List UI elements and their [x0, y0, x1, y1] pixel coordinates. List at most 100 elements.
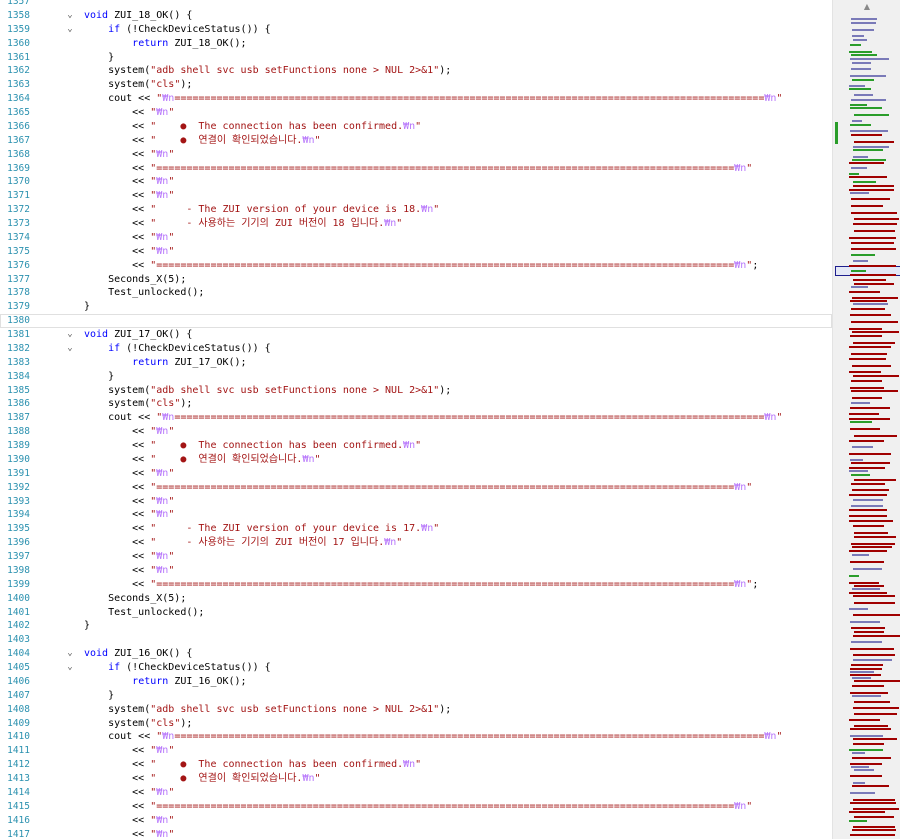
- code-line[interactable]: 1382 ⌄ if (!CheckDeviceStatus()) {: [0, 342, 832, 356]
- code-line[interactable]: 1377 Seconds_X(5);: [0, 273, 832, 287]
- fold-chevron-icon[interactable]: ⌄: [64, 647, 76, 661]
- code-line[interactable]: 1397 << "₩n": [0, 550, 832, 564]
- code-line[interactable]: 1404 ⌄ void ZUI_16_OK() {: [0, 647, 832, 661]
- minimap-mark: [852, 79, 874, 81]
- code-line[interactable]: 1409 system("cls");: [0, 717, 832, 731]
- code-line[interactable]: 1364 cout << "₩n========================…: [0, 92, 832, 106]
- fold-chevron-icon[interactable]: ⌄: [64, 661, 76, 675]
- line-number: 1384: [7, 370, 30, 382]
- fold-chevron-icon[interactable]: ⌄: [64, 342, 76, 356]
- minimap-mark: [849, 85, 865, 87]
- code-line[interactable]: 1417 << "₩n": [0, 828, 832, 839]
- minimap-mark: [852, 757, 891, 759]
- code-line[interactable]: 1414 << "₩n": [0, 786, 832, 800]
- code-line[interactable]: 1370 << "₩n": [0, 175, 832, 189]
- code-line[interactable]: 1369 << "===============================…: [0, 162, 832, 176]
- code-line[interactable]: 1396 << " - 사용하는 기기의 ZUI 버전이 17 입니다.₩n": [0, 536, 832, 550]
- code-line[interactable]: 1375 << "₩n": [0, 245, 832, 259]
- code-line[interactable]: 1403: [0, 633, 832, 647]
- line-number: 1414: [7, 786, 30, 798]
- code-line[interactable]: 1402}: [0, 619, 832, 633]
- code-text: system("cls");: [84, 79, 193, 91]
- code-editor[interactable]: 1357 1358 ⌄ void ZUI_18_OK() {1359 ⌄ if (!Ch…: [0, 0, 832, 839]
- fold-chevron-icon[interactable]: ⌄: [64, 23, 76, 37]
- code-line[interactable]: 1408 system("adb shell svc usb setFuncti…: [0, 703, 832, 717]
- code-line[interactable]: 1360 return ZUI_18_OK();: [0, 37, 832, 51]
- code-line[interactable]: 1400 Seconds_X(5);: [0, 592, 832, 606]
- code-text: if (!CheckDeviceStatus()) {: [108, 342, 271, 354]
- minimap-mark: [851, 270, 866, 272]
- code-line[interactable]: 1394 << "₩n": [0, 508, 832, 522]
- code-line[interactable]: 1387 cout << "₩n========================…: [0, 411, 832, 425]
- code-line[interactable]: 1388 << "₩n": [0, 425, 832, 439]
- code-text: << "₩n": [84, 509, 175, 521]
- minimap-mark: [854, 701, 890, 703]
- current-code-line[interactable]: 1380: [0, 314, 832, 328]
- minimap-mark: [851, 483, 885, 485]
- minimap-mark: [850, 58, 889, 60]
- code-line[interactable]: 1379}: [0, 300, 832, 314]
- code-text: << "====================================…: [84, 481, 753, 493]
- code-line[interactable]: 1390 << " ● 연결이 확인되었습니다.₩n": [0, 453, 832, 467]
- code-line[interactable]: 1411 << "₩n": [0, 744, 832, 758]
- code-text: << "₩n": [84, 467, 175, 479]
- fold-chevron-icon[interactable]: ⌄: [64, 9, 76, 23]
- code-line[interactable]: 1376 << "===============================…: [0, 259, 832, 273]
- minimap-mark: [851, 167, 867, 169]
- code-line[interactable]: 1372 << " - The ZUI version of your devi…: [0, 203, 832, 217]
- code-line[interactable]: 1373 << " - 사용하는 기기의 ZUI 버전이 18 입니다.₩n": [0, 217, 832, 231]
- code-line[interactable]: 1406 return ZUI_16_OK();: [0, 675, 832, 689]
- code-line[interactable]: 1393 << "₩n": [0, 495, 832, 509]
- code-text: << "₩n": [84, 828, 175, 839]
- minimap-mark: [852, 159, 886, 161]
- code-lines[interactable]: 1357 1358 ⌄ void ZUI_18_OK() {1359 ⌄ if (!Ch…: [0, 0, 832, 839]
- code-line[interactable]: 1381 ⌄ void ZUI_17_OK() {: [0, 328, 832, 342]
- code-line[interactable]: 1401 Test_unlocked();: [0, 606, 832, 620]
- code-text: << "₩n": [84, 148, 175, 160]
- minimap-mark: [850, 792, 875, 794]
- triangle-up-icon[interactable]: ▲: [833, 0, 900, 14]
- code-line[interactable]: 1415 << "===============================…: [0, 800, 832, 814]
- code-line[interactable]: 1368 << "₩n": [0, 148, 832, 162]
- code-line[interactable]: 1365 << "₩n": [0, 106, 832, 120]
- code-line[interactable]: 1395 << " - The ZUI version of your devi…: [0, 522, 832, 536]
- code-line[interactable]: 1384 }: [0, 370, 832, 384]
- code-line[interactable]: 1367 << " ● 연결이 확인되었습니다.₩n": [0, 134, 832, 148]
- minimap-mark: [850, 300, 887, 302]
- code-line[interactable]: 1363 system("cls");: [0, 78, 832, 92]
- code-line[interactable]: 1358 ⌄ void ZUI_18_OK() {: [0, 9, 832, 23]
- code-line[interactable]: 1392 << "===============================…: [0, 481, 832, 495]
- code-line[interactable]: 1413 << " ● 연결이 확인되었습니다.₩n": [0, 772, 832, 786]
- code-line[interactable]: 1398 << "₩n": [0, 564, 832, 578]
- fold-chevron-icon[interactable]: ⌄: [64, 328, 76, 342]
- minimap-mark: [853, 156, 868, 158]
- minimap-mark: [852, 446, 873, 448]
- code-line[interactable]: 1405 ⌄ if (!CheckDeviceStatus()) {: [0, 661, 832, 675]
- code-line[interactable]: 1374 << "₩n": [0, 231, 832, 245]
- code-line[interactable]: 1412 << " ● The connection has been conf…: [0, 758, 832, 772]
- code-line[interactable]: 1378 Test_unlocked();: [0, 286, 832, 300]
- code-text: Seconds_X(5);: [84, 273, 187, 285]
- code-line[interactable]: 1359 ⌄ if (!CheckDeviceStatus()) {: [0, 23, 832, 37]
- code-line[interactable]: 1391 << "₩n": [0, 467, 832, 481]
- code-line[interactable]: 1389 << " ● The connection has been conf…: [0, 439, 832, 453]
- code-text: << " - 사용하는 기기의 ZUI 버전이 17 입니다.₩n": [84, 537, 403, 549]
- code-line[interactable]: 1362 system("adb shell svc usb setFuncti…: [0, 64, 832, 78]
- line-number: 1358: [7, 9, 30, 21]
- code-line[interactable]: 1366 << " ● The connection has been conf…: [0, 120, 832, 134]
- code-line[interactable]: 1416 << "₩n": [0, 814, 832, 828]
- code-line[interactable]: 1361 }: [0, 51, 832, 65]
- code-line[interactable]: 1410 cout << "₩n========================…: [0, 730, 832, 744]
- vertical-scrollbar-minimap[interactable]: ▲: [832, 0, 900, 839]
- code-line[interactable]: 1399 << "===============================…: [0, 578, 832, 592]
- code-text: Test_unlocked();: [84, 287, 205, 299]
- code-line[interactable]: 1371 << "₩n": [0, 189, 832, 203]
- line-number: 1393: [7, 495, 30, 507]
- code-line[interactable]: 1383 return ZUI_17_OK();: [0, 356, 832, 370]
- code-line[interactable]: 1407 }: [0, 689, 832, 703]
- code-text: void ZUI_16_OK() {: [84, 648, 193, 660]
- code-line[interactable]: 1385 system("adb shell svc usb setFuncti…: [0, 384, 832, 398]
- code-line[interactable]: 1357: [0, 0, 832, 9]
- code-line[interactable]: 1386 system("cls");: [0, 397, 832, 411]
- minimap-mark: [853, 499, 883, 501]
